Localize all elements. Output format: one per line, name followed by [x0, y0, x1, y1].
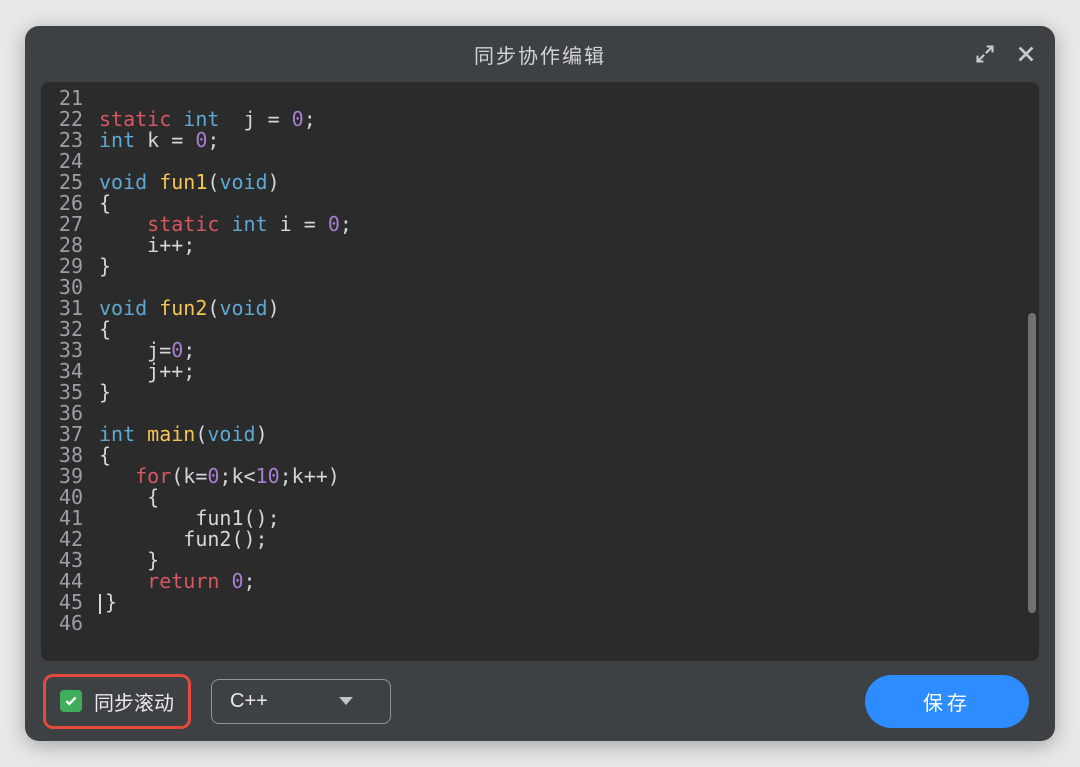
code-line[interactable]: int k = 0; — [99, 130, 352, 151]
collab-edit-dialog: 同步协作编辑 212223242526272829303132333435363… — [25, 26, 1055, 741]
code-line[interactable]: fun1(); — [99, 508, 352, 529]
line-number: 37 — [51, 424, 83, 445]
line-number: 32 — [51, 319, 83, 340]
line-number: 38 — [51, 445, 83, 466]
dialog-footer: 同步滚动 C++ 保存 — [25, 661, 1055, 741]
scrollbar-track[interactable] — [1028, 88, 1036, 655]
line-number: 44 — [51, 571, 83, 592]
code-line[interactable]: static int i = 0; — [99, 214, 352, 235]
code-line[interactable] — [99, 277, 352, 298]
line-number: 26 — [51, 193, 83, 214]
code-line[interactable]: int main(void) — [99, 424, 352, 445]
text-cursor — [99, 594, 101, 614]
line-number: 22 — [51, 109, 83, 130]
line-number: 43 — [51, 550, 83, 571]
code-line[interactable]: static int j = 0; — [99, 109, 352, 130]
line-number: 41 — [51, 508, 83, 529]
line-number: 23 — [51, 130, 83, 151]
sync-scroll-group: 同步滚动 — [43, 674, 191, 729]
dialog-title: 同步协作编辑 — [474, 40, 606, 69]
line-number-gutter: 2122232425262728293031323334353637383940… — [41, 82, 95, 661]
line-number: 46 — [51, 613, 83, 634]
line-number: 31 — [51, 298, 83, 319]
line-number: 30 — [51, 277, 83, 298]
code-line[interactable] — [99, 403, 352, 424]
line-number: 29 — [51, 256, 83, 277]
line-number: 28 — [51, 235, 83, 256]
code-line[interactable]: { — [99, 487, 352, 508]
code-line[interactable]: fun2(); — [99, 529, 352, 550]
line-number: 39 — [51, 466, 83, 487]
chevron-down-icon — [338, 690, 354, 713]
code-line[interactable]: { — [99, 319, 352, 340]
scrollbar-thumb[interactable] — [1028, 313, 1036, 613]
language-select[interactable]: C++ — [211, 679, 391, 724]
titlebar-actions — [975, 26, 1037, 82]
line-number: 21 — [51, 88, 83, 109]
code-line[interactable] — [99, 88, 352, 109]
code-line[interactable]: { — [99, 193, 352, 214]
line-number: 42 — [51, 529, 83, 550]
code-line[interactable]: } — [99, 256, 352, 277]
code-line[interactable]: { — [99, 445, 352, 466]
code-line[interactable] — [99, 613, 352, 634]
line-number: 40 — [51, 487, 83, 508]
code-line[interactable] — [99, 151, 352, 172]
code-line[interactable]: void fun1(void) — [99, 172, 352, 193]
line-number: 27 — [51, 214, 83, 235]
code-line[interactable]: void fun2(void) — [99, 298, 352, 319]
save-button[interactable]: 保存 — [865, 675, 1029, 728]
line-number: 34 — [51, 361, 83, 382]
dialog-titlebar: 同步协作编辑 — [25, 26, 1055, 82]
code-editor[interactable]: 2122232425262728293031323334353637383940… — [41, 82, 1039, 661]
code-content[interactable]: static int j = 0;int k = 0; void fun1(voi… — [95, 82, 352, 661]
line-number: 25 — [51, 172, 83, 193]
code-line[interactable]: return 0; — [99, 571, 352, 592]
code-line[interactable]: i++; — [99, 235, 352, 256]
line-number: 24 — [51, 151, 83, 172]
expand-icon[interactable] — [975, 44, 995, 64]
line-number: 35 — [51, 382, 83, 403]
code-line[interactable]: for(k=0;k<10;k++) — [99, 466, 352, 487]
code-line[interactable]: } — [99, 382, 352, 403]
sync-scroll-checkbox[interactable] — [60, 690, 82, 712]
sync-scroll-label: 同步滚动 — [94, 687, 174, 716]
code-line[interactable]: } — [99, 550, 352, 571]
close-icon[interactable] — [1015, 43, 1037, 65]
language-select-value: C++ — [230, 690, 268, 713]
line-number: 36 — [51, 403, 83, 424]
code-line[interactable]: j++; — [99, 361, 352, 382]
line-number: 33 — [51, 340, 83, 361]
code-line[interactable]: j=0; — [99, 340, 352, 361]
line-number: 45 — [51, 592, 83, 613]
code-line[interactable]: } — [99, 592, 352, 613]
